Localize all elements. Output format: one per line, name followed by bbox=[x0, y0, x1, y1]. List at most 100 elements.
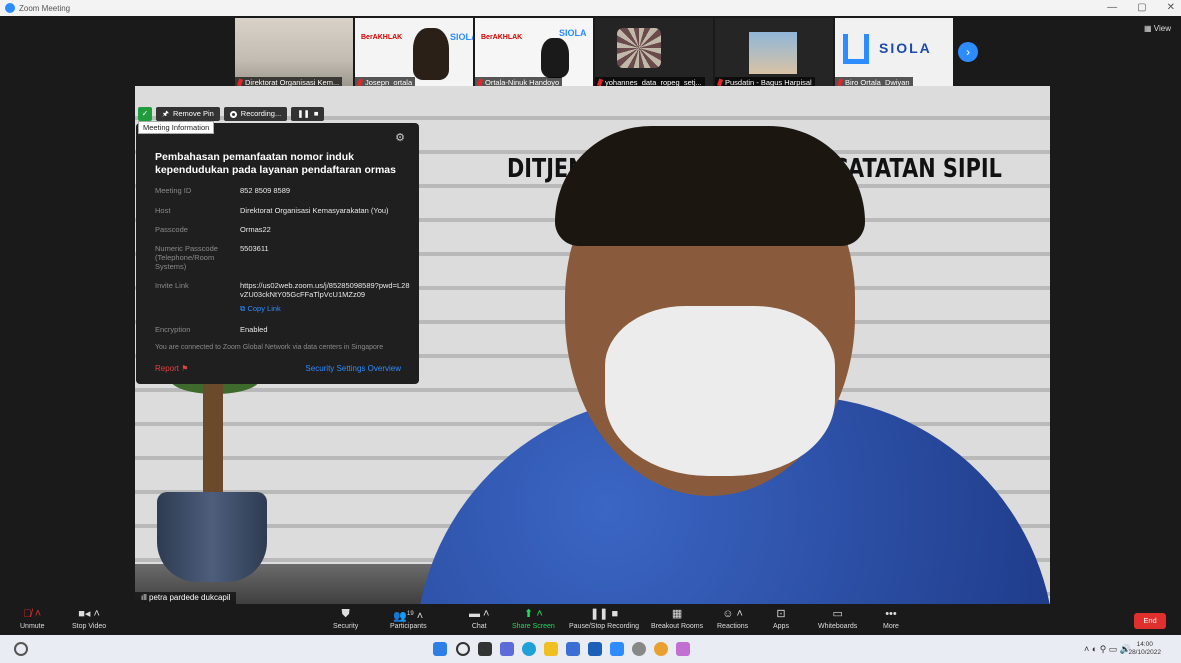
whiteboards-label: Whiteboards bbox=[818, 623, 858, 630]
window-title: Zoom Meeting bbox=[19, 3, 71, 13]
minimize-button[interactable]: — bbox=[1107, 2, 1117, 13]
participant-figure bbox=[413, 28, 449, 80]
info-row: Meeting ID 852 8509 8589 bbox=[155, 186, 410, 195]
search-icon[interactable] bbox=[456, 642, 470, 656]
recording-label: Recording... bbox=[240, 109, 282, 118]
pause-recording-button[interactable]: ❚❚ ■ Pause/Stop Recording bbox=[569, 605, 639, 635]
siola-logo: SIOLA bbox=[559, 28, 587, 38]
widget-icon[interactable] bbox=[14, 642, 28, 656]
info-key: Passcode bbox=[155, 225, 188, 234]
siola-logo: SIOLA bbox=[879, 40, 932, 56]
apps-icon: ⊡ bbox=[776, 608, 786, 620]
copy-link-button[interactable]: ⧉ Copy Link bbox=[240, 304, 281, 314]
gear-icon[interactable]: ⚙ bbox=[395, 131, 405, 144]
invite-link[interactable]: https://us02web.zoom.us/j/85285098589?pw… bbox=[240, 281, 410, 299]
pause-recording-label: Pause/Stop Recording bbox=[569, 623, 640, 630]
zoom-taskbar-icon[interactable] bbox=[610, 642, 624, 656]
security-settings-link[interactable]: Security Settings Overview bbox=[305, 364, 401, 373]
info-row: Passcode Ormas22 bbox=[155, 225, 410, 234]
info-key: Encryption bbox=[155, 325, 191, 334]
reactions-label: Reactions bbox=[717, 623, 749, 630]
windows-start-icon[interactable] bbox=[433, 642, 447, 656]
reactions-icon: ☺ ˄ bbox=[722, 608, 743, 620]
file-explorer-icon[interactable] bbox=[544, 642, 558, 656]
participant-tile[interactable]: BerAKHLAK SIOLA Ortala-Ninuk Handoyo bbox=[475, 18, 593, 88]
remove-pin-button[interactable]: 🖈 Remove Pin bbox=[156, 107, 220, 121]
speaker-mask bbox=[605, 306, 835, 476]
participants-count: 19 bbox=[407, 611, 414, 617]
plant-pot bbox=[157, 492, 267, 582]
task-view-icon[interactable] bbox=[478, 642, 492, 656]
avatar bbox=[617, 28, 661, 68]
security-button[interactable]: ⛊ Security bbox=[333, 605, 358, 635]
participants-button[interactable]: 👥19 ˄ Participants bbox=[390, 605, 427, 635]
meeting-toolbar: 🎙̸ ˄ Unmute ■◂ ˄ Stop Video ⛊ Security 👥19 … bbox=[0, 605, 1181, 635]
apps-label: Apps bbox=[773, 623, 789, 630]
copy-link-label: Copy Link bbox=[247, 304, 281, 313]
whiteboards-button[interactable]: ▭ Whiteboards bbox=[818, 605, 857, 635]
system-tray[interactable]: ˄ ◐ ⚲ ▭ 🔊 bbox=[1084, 644, 1131, 655]
info-row: Host Direktorat Organisasi Kemasyarakatan… bbox=[155, 206, 410, 215]
report-label: Report bbox=[155, 364, 180, 373]
muted-mic-icon: 🎙̸ ˄ bbox=[23, 608, 42, 620]
info-key: Numeric Passcode (Telephone/Room Systems… bbox=[155, 244, 218, 271]
edge-browser-icon[interactable] bbox=[522, 642, 536, 656]
info-value: 5503611 bbox=[240, 244, 269, 253]
unmute-label: Unmute bbox=[20, 623, 45, 630]
next-page-arrow-icon[interactable]: › bbox=[958, 42, 978, 62]
chat-label: Chat bbox=[471, 623, 487, 630]
maximize-button[interactable]: ▢ bbox=[1137, 2, 1146, 13]
breakout-label: Breakout Rooms bbox=[651, 623, 704, 630]
shield-icon[interactable]: ✓ bbox=[138, 107, 152, 121]
store-icon[interactable] bbox=[566, 642, 580, 656]
chat-button[interactable]: ▬ ˄ Chat bbox=[469, 605, 489, 635]
global-network-note: You are connected to Zoom Global Network… bbox=[155, 344, 384, 351]
participant-tile[interactable]: Direktorat Organisasi Kem... bbox=[235, 18, 353, 88]
view-button[interactable]: ▦ View bbox=[1144, 24, 1171, 33]
windows-taskbar: ˄ ◐ ⚲ ▭ 🔊 14:00 28/10/2022 bbox=[0, 635, 1181, 663]
shield-icon: ⛊ bbox=[341, 608, 350, 620]
breakout-rooms-button[interactable]: ▦ Breakout Rooms bbox=[651, 605, 703, 635]
more-button[interactable]: ••• More bbox=[883, 605, 899, 635]
pause-stop-icon: ❚❚ ■ bbox=[589, 608, 619, 620]
siola-logo: SIOLA bbox=[450, 32, 473, 42]
chrome-icon[interactable] bbox=[654, 642, 668, 656]
berakhlak-logo: BerAKHLAK bbox=[361, 34, 403, 41]
teams-chat-icon[interactable] bbox=[500, 642, 514, 656]
participant-tile[interactable]: BerAKHLAK SIOLA Josepn_ortala bbox=[355, 18, 473, 88]
participant-tile[interactable]: Pusdatin - Bagus Harpisal bbox=[715, 18, 833, 88]
meeting-info-tooltip: Meeting Information bbox=[138, 121, 215, 134]
share-screen-button[interactable]: ⬆ ˄ Share Screen bbox=[512, 605, 555, 635]
berakhlak-logo: BerAKHLAK bbox=[481, 34, 523, 41]
close-button[interactable]: ✕ bbox=[1167, 2, 1175, 13]
recording-indicator[interactable]: Recording... bbox=[223, 107, 288, 121]
meeting-info-popup: Meeting Information ⚙ Pembahasan pemanfa… bbox=[136, 121, 419, 384]
info-key: Host bbox=[155, 206, 171, 215]
recording-controls: ❚❚ ■ bbox=[291, 107, 325, 121]
window-titlebar: Zoom Meeting — ▢ ✕ bbox=[0, 0, 1181, 16]
reactions-button[interactable]: ☺ ˄ Reactions bbox=[717, 605, 748, 635]
settings-gear-icon[interactable] bbox=[632, 642, 646, 656]
mail-icon[interactable] bbox=[588, 642, 602, 656]
participant-figure bbox=[541, 38, 569, 78]
flag-icon: ⚑ bbox=[181, 364, 189, 373]
stop-recording-icon[interactable]: ■ bbox=[314, 107, 319, 121]
participant-tile[interactable]: SIOLA Biro Ortala_Dwiyan bbox=[835, 18, 953, 88]
apps-button[interactable]: ⊡ Apps bbox=[773, 605, 789, 635]
end-meeting-button[interactable]: End bbox=[1134, 613, 1166, 629]
pause-recording-icon[interactable]: ❚❚ bbox=[297, 107, 310, 121]
taskbar-clock[interactable]: 14:00 28/10/2022 bbox=[1128, 641, 1161, 657]
stop-video-button[interactable]: ■◂ ˄ Stop Video bbox=[72, 605, 106, 635]
unmute-button[interactable]: 🎙̸ ˄ Unmute bbox=[20, 605, 45, 635]
info-row: Encryption Enabled bbox=[155, 325, 410, 334]
clock-time: 14:00 bbox=[1136, 641, 1153, 648]
meeting-topic: Pembahasan pemanfaatan nomor induk kepen… bbox=[155, 151, 396, 176]
info-value: Ormas22 bbox=[240, 225, 271, 234]
app-icon[interactable] bbox=[676, 642, 690, 656]
breakout-rooms-icon: ▦ bbox=[671, 608, 683, 620]
info-row: Invite Link https://us02web.zoom.us/j/852… bbox=[155, 281, 410, 299]
participant-tile[interactable]: yohannes_data_ropeg_setj... bbox=[595, 18, 713, 88]
info-key: Meeting ID bbox=[155, 186, 192, 195]
report-button[interactable]: Report ⚑ bbox=[155, 364, 188, 373]
info-row: Numeric Passcode (Telephone/Room Systems… bbox=[155, 244, 410, 271]
